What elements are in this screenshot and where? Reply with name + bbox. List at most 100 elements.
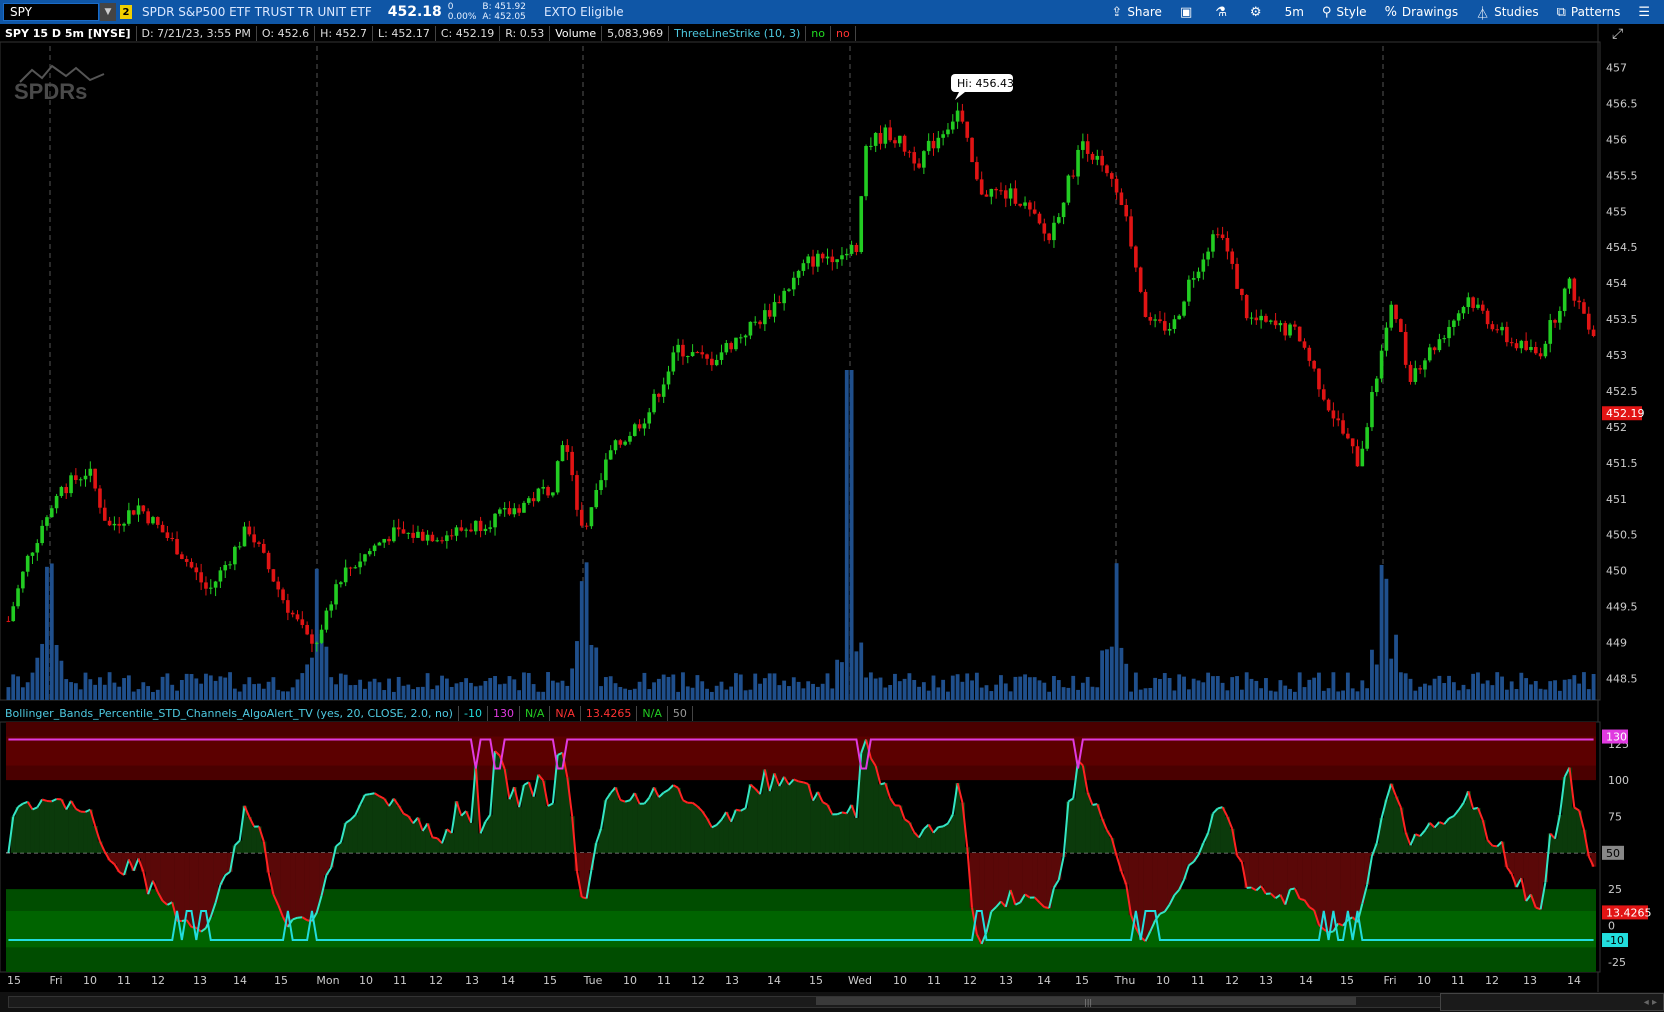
candle-body	[54, 495, 59, 509]
chart-symbol-period[interactable]: SPY 15 D 5m [NYSE]	[0, 26, 137, 41]
candle-body	[1586, 313, 1591, 330]
candle-body	[1278, 323, 1283, 326]
candle-body	[1326, 399, 1331, 411]
volume-bar	[204, 673, 208, 700]
volume-bar	[507, 676, 512, 700]
volume-bar	[931, 675, 936, 700]
candle-body	[1230, 251, 1235, 264]
volume-bar	[1529, 684, 1533, 700]
volume-bar	[526, 673, 531, 700]
candle-body	[218, 570, 223, 582]
volume-bar	[1061, 687, 1066, 700]
candle-body	[1558, 310, 1562, 323]
candle-body	[1495, 329, 1500, 331]
oscillator-fill	[352, 815, 358, 853]
candle-body	[714, 359, 719, 366]
oscillator-fill	[304, 852, 310, 921]
lab-button[interactable]: ⚗	[1206, 0, 1241, 24]
oscillator-fill	[1446, 818, 1452, 853]
volume-bar	[762, 678, 767, 700]
oscillator-fill	[1528, 852, 1534, 895]
scroll-right-control[interactable]: ◂ ▸	[1440, 993, 1664, 1011]
oscillator-fill	[738, 810, 744, 853]
oscillator-fill	[295, 852, 301, 918]
volume-bar	[1220, 682, 1225, 700]
volume-bar	[825, 673, 830, 700]
oscillator-fill	[251, 826, 257, 853]
candle-body	[83, 475, 88, 480]
candle-body	[35, 543, 40, 553]
candle-body	[1028, 202, 1032, 210]
candle-body	[98, 488, 102, 508]
chart-area[interactable]: Hi: 456.43 457456.5456455.5455454.545445…	[0, 24, 1664, 992]
oscillator-fill	[776, 786, 782, 853]
candle-body	[252, 534, 256, 543]
candle-body	[522, 502, 526, 513]
volume-bar	[709, 691, 714, 700]
volume-bar	[1509, 681, 1514, 700]
volume-bar	[1451, 682, 1456, 700]
volume-bar	[676, 691, 681, 700]
oscillator-fill	[882, 783, 888, 853]
candle-body	[1389, 304, 1394, 328]
share-button[interactable]: ⇪ Share	[1102, 0, 1171, 24]
candle-body	[753, 321, 758, 323]
oscillator-fill	[78, 811, 84, 853]
candle-body	[228, 564, 232, 566]
studies-button[interactable]: ⏃ Studies	[1467, 0, 1548, 24]
volume-bar	[1490, 685, 1495, 700]
candle-body	[676, 344, 680, 353]
time-tick-label: 14	[1567, 974, 1581, 987]
oscillator-fill	[685, 802, 691, 853]
flexgrid-button[interactable]: ▣	[1171, 0, 1206, 24]
indicator-title[interactable]: Bollinger_Bands_Percentile_STD_Channels_…	[0, 706, 459, 721]
patterns-button[interactable]: ⧉ Patterns	[1548, 0, 1630, 24]
oscillator-fill	[1437, 821, 1443, 853]
settings-button[interactable]: ⚙	[1241, 0, 1276, 24]
drawings-button[interactable]: % Drawings	[1376, 0, 1468, 24]
candle-body	[416, 531, 420, 538]
menu-button[interactable]: ☰	[1629, 0, 1664, 24]
style-button[interactable]: ⚲ Style	[1313, 0, 1376, 24]
symbol-input[interactable]: SPY	[3, 3, 99, 21]
time-tick-label: 14	[501, 974, 515, 987]
oscillator-fill	[439, 843, 445, 853]
candle-body	[613, 440, 618, 451]
volume-bar	[926, 690, 931, 700]
volume-bar	[1336, 691, 1341, 700]
symbol-dropdown-icon[interactable]: ▼	[100, 3, 116, 21]
candle-body	[565, 445, 570, 452]
volume-bar	[146, 686, 151, 700]
volume-bar	[1485, 680, 1490, 700]
candle-body	[184, 559, 189, 562]
candle-body	[141, 505, 146, 512]
time-tick-label: 15	[7, 974, 21, 987]
candle-body	[377, 542, 382, 546]
candle-body	[1529, 347, 1533, 350]
volume-bar	[112, 682, 117, 700]
volume-bar	[1201, 682, 1206, 700]
candle-body	[454, 527, 459, 536]
oscillator-fill	[362, 794, 368, 853]
volume-bar	[1235, 676, 1239, 700]
oscillator-fill	[405, 816, 411, 853]
volume-bar	[1129, 691, 1133, 700]
time-scrollbar[interactable]: ||| ◂ ▸	[0, 992, 1664, 1012]
candle-body	[1480, 304, 1485, 311]
axis-zoom-icon: ⤢	[1612, 26, 1623, 42]
oscillator-fill	[1393, 796, 1399, 853]
volume-bar	[1341, 690, 1345, 700]
candle-body	[45, 517, 49, 526]
volume-bar	[907, 673, 912, 700]
volume-bar	[531, 684, 536, 700]
link-badge[interactable]: 2	[120, 5, 132, 19]
oscillator-fill	[1311, 852, 1317, 911]
volume-bar	[151, 691, 155, 700]
volume-label[interactable]: Volume	[550, 26, 603, 41]
candle-body	[777, 302, 782, 304]
time-tick-label: 12	[963, 974, 977, 987]
oscillator-fill	[695, 806, 701, 853]
timeframe-button[interactable]: 5m	[1276, 0, 1313, 24]
study-label[interactable]: ThreeLineStrike (10, 3)	[669, 26, 807, 41]
candle-body	[507, 508, 512, 515]
